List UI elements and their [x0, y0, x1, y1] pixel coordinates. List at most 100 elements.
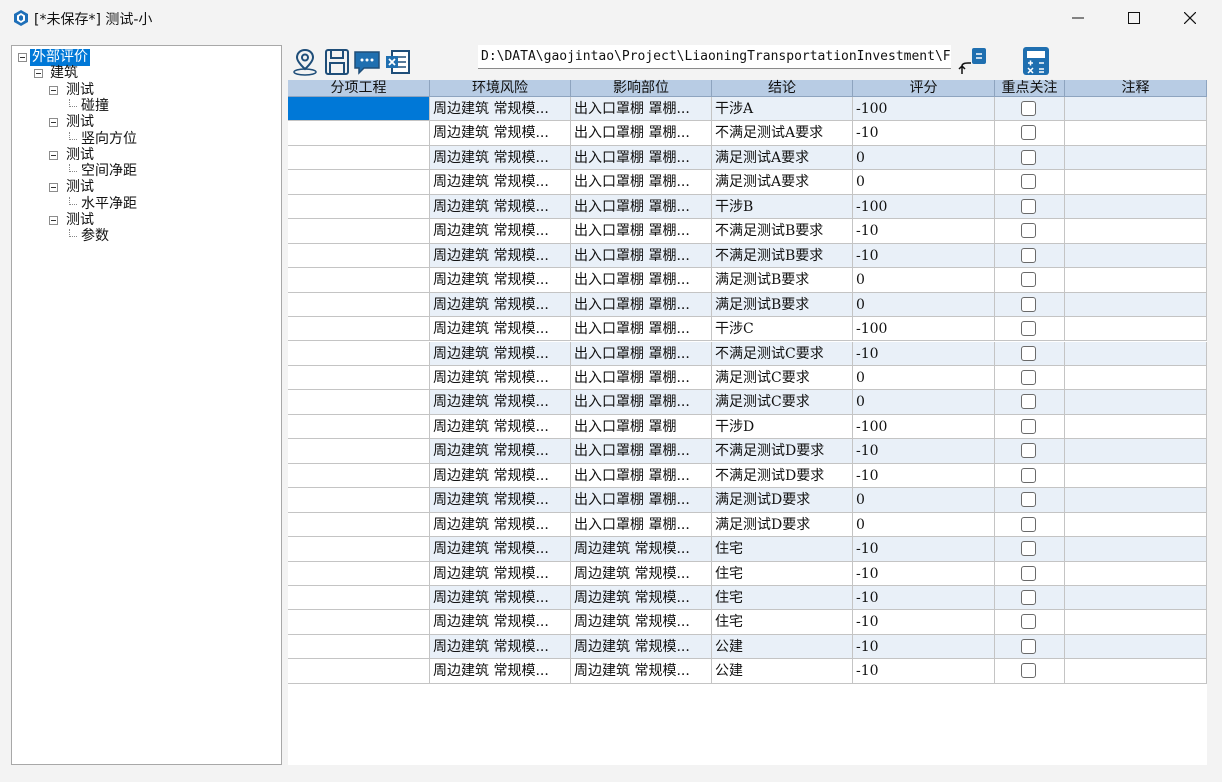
- comment-icon[interactable]: [352, 47, 382, 77]
- cell-conclusion[interactable]: 不满足测试D要求: [712, 439, 853, 464]
- cell-score[interactable]: -100: [853, 194, 995, 220]
- focus-checkbox[interactable]: [1021, 149, 1036, 165]
- cell-note[interactable]: [1065, 586, 1207, 611]
- cell-risk[interactable]: 周边建筑 常规模...: [430, 512, 571, 538]
- cell-note[interactable]: [1065, 97, 1207, 122]
- tree-node-label[interactable]: 测试: [64, 82, 96, 99]
- minimize-button[interactable]: [1050, 0, 1106, 36]
- tree-leaf[interactable]: 水平净距: [12, 196, 277, 213]
- tree-node[interactable]: 测试: [12, 179, 277, 196]
- cell-project[interactable]: [288, 341, 430, 366]
- cell-focus[interactable]: [995, 341, 1065, 366]
- cell-risk[interactable]: 周边建筑 常规模...: [430, 145, 571, 171]
- cell-score[interactable]: -100: [853, 97, 995, 122]
- cell-score[interactable]: 0: [853, 292, 995, 318]
- tree-collapse-icon[interactable]: [49, 183, 58, 193]
- cell-project[interactable]: [288, 145, 430, 171]
- cell-focus[interactable]: [995, 121, 1065, 146]
- cell-conclusion[interactable]: 住宅: [712, 537, 853, 562]
- cell-part[interactable]: 周边建筑 常规模...: [571, 634, 712, 660]
- cell-note[interactable]: [1065, 268, 1207, 293]
- cell-note[interactable]: [1065, 537, 1207, 562]
- cell-focus[interactable]: [995, 194, 1065, 220]
- tree-node-label[interactable]: 外部评价: [30, 49, 90, 66]
- cell-conclusion[interactable]: 满足测试C要求: [712, 365, 853, 391]
- cell-note[interactable]: [1065, 341, 1207, 366]
- cell-focus[interactable]: [995, 610, 1065, 635]
- cell-risk[interactable]: 周边建筑 常规模...: [430, 390, 571, 415]
- focus-checkbox[interactable]: [1021, 638, 1036, 654]
- cell-note[interactable]: [1065, 365, 1207, 391]
- cell-note[interactable]: [1065, 634, 1207, 660]
- cell-part[interactable]: 出入口罩棚 罩棚...: [571, 121, 712, 146]
- cell-score[interactable]: -10: [853, 659, 995, 684]
- tree-node-label[interactable]: 竖向方位: [79, 131, 139, 148]
- focus-checkbox[interactable]: [1021, 443, 1036, 459]
- tree-collapse-icon[interactable]: [49, 216, 58, 225]
- cell-risk[interactable]: 周边建筑 常规模...: [430, 634, 571, 660]
- tree-collapse-icon[interactable]: [49, 118, 58, 128]
- tree-node-label[interactable]: 测试: [64, 147, 96, 164]
- focus-checkbox[interactable]: [1021, 174, 1036, 190]
- results-grid[interactable]: 分项工程 环境风险 影响部位 结论 评分 重点关注 注释 周边建筑 常规模... 出入口罩棚 罩…: [288, 80, 1207, 765]
- cell-project[interactable]: [288, 243, 430, 269]
- header-conclusion[interactable]: 结论: [712, 80, 853, 97]
- cell-conclusion[interactable]: 干涉C: [712, 317, 853, 342]
- cell-score[interactable]: 0: [853, 268, 995, 293]
- tree-collapse-icon[interactable]: [49, 85, 58, 95]
- cell-risk[interactable]: 周边建筑 常规模...: [430, 610, 571, 635]
- cell-part[interactable]: 出入口罩棚 罩棚...: [571, 243, 712, 269]
- cell-risk[interactable]: 周边建筑 常规模...: [430, 292, 571, 318]
- cell-conclusion[interactable]: 住宅: [712, 610, 853, 635]
- cell-conclusion[interactable]: 满足测试B要求: [712, 268, 853, 293]
- cell-risk[interactable]: 周边建筑 常规模...: [430, 121, 571, 146]
- cell-score[interactable]: -10: [853, 537, 995, 562]
- cell-note[interactable]: [1065, 121, 1207, 146]
- cell-note[interactable]: [1065, 659, 1207, 684]
- cell-score[interactable]: -100: [853, 317, 995, 342]
- cell-conclusion[interactable]: 满足测试C要求: [712, 390, 853, 415]
- cell-conclusion[interactable]: 住宅: [712, 561, 853, 586]
- cell-score[interactable]: -10: [853, 219, 995, 244]
- cell-conclusion[interactable]: 干涉B: [712, 194, 853, 220]
- cell-focus[interactable]: [995, 268, 1065, 293]
- header-note[interactable]: 注释: [1065, 80, 1207, 97]
- cell-conclusion[interactable]: 满足测试A要求: [712, 145, 853, 171]
- cell-conclusion[interactable]: 满足测试D要求: [712, 488, 853, 513]
- cell-part[interactable]: 出入口罩棚 罩棚...: [571, 194, 712, 220]
- cell-focus[interactable]: [995, 463, 1065, 489]
- cell-project[interactable]: [288, 512, 430, 538]
- tree-node-label[interactable]: 水平净距: [79, 196, 139, 213]
- cell-score[interactable]: -10: [853, 121, 995, 146]
- cell-score[interactable]: 0: [853, 390, 995, 415]
- cell-focus[interactable]: [995, 390, 1065, 415]
- cell-part[interactable]: 出入口罩棚 罩棚...: [571, 439, 712, 464]
- focus-checkbox[interactable]: [1021, 272, 1036, 288]
- tree-node[interactable]: 测试: [12, 147, 277, 164]
- cell-risk[interactable]: 周边建筑 常规模...: [430, 488, 571, 513]
- tree-node[interactable]: 测试: [12, 82, 277, 99]
- focus-checkbox[interactable]: [1021, 369, 1036, 385]
- cell-part[interactable]: 出入口罩棚 罩棚...: [571, 341, 712, 366]
- tree-node-label[interactable]: 空间净距: [79, 163, 139, 180]
- cell-risk[interactable]: 周边建筑 常规模...: [430, 561, 571, 586]
- cell-part[interactable]: 周边建筑 常规模...: [571, 561, 712, 586]
- insert-calc-icon[interactable]: [958, 46, 988, 76]
- cell-project[interactable]: [288, 219, 430, 244]
- cell-part[interactable]: 出入口罩棚 罩棚...: [571, 365, 712, 391]
- location-pin-icon[interactable]: [290, 47, 320, 77]
- cell-project[interactable]: [288, 439, 430, 464]
- cell-project[interactable]: [288, 586, 430, 611]
- cell-focus[interactable]: [995, 512, 1065, 538]
- cell-score[interactable]: 0: [853, 170, 995, 195]
- cell-note[interactable]: [1065, 463, 1207, 489]
- cell-risk[interactable]: 周边建筑 常规模...: [430, 537, 571, 562]
- cell-project[interactable]: [288, 292, 430, 318]
- tree-node-label[interactable]: 测试: [64, 114, 96, 131]
- focus-checkbox[interactable]: [1021, 541, 1036, 557]
- cell-focus[interactable]: [995, 365, 1065, 391]
- focus-checkbox[interactable]: [1021, 321, 1036, 337]
- cell-focus[interactable]: [995, 586, 1065, 611]
- header-score[interactable]: 评分: [853, 80, 995, 97]
- cell-conclusion[interactable]: 干涉D: [712, 414, 853, 440]
